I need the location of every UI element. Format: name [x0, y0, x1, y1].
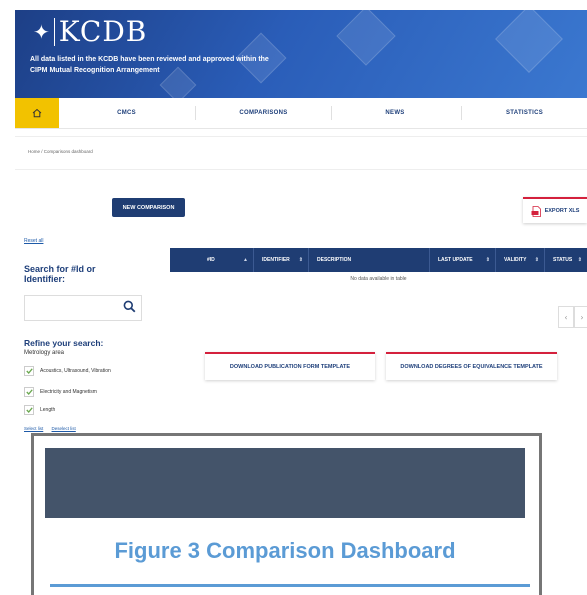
decorative-diamond [336, 10, 396, 66]
download-degrees-template-button[interactable]: DOWNLOAD DEGREES OF EQUIVALENCE TEMPLATE [386, 352, 557, 380]
metrology-area-label: Metrology area [24, 350, 65, 356]
export-xls-label: EXPORT XLS [544, 208, 580, 214]
nav-item-comparisons[interactable]: COMPARISONS [196, 98, 331, 128]
pagination-prev-button[interactable]: ‹ [558, 306, 574, 328]
column-header-validity[interactable]: VALIDITY ⇕ [496, 248, 544, 272]
caption-underline [50, 584, 530, 587]
search-icon[interactable] [123, 300, 136, 313]
download-publication-template-button[interactable]: DOWNLOAD PUBLICATION FORM TEMPLATE [205, 352, 375, 380]
nav-item-cmcs[interactable]: CMCS [59, 98, 194, 128]
column-header-description[interactable]: DESCRIPTION [309, 248, 429, 272]
checkmark-icon [25, 389, 33, 395]
select-list-link[interactable]: Select list [24, 426, 43, 431]
header-banner: ✦ KCDB All data listed in the KCDB have … [15, 10, 587, 98]
logo-mark-icon: ✦ [33, 19, 50, 44]
column-label: IDENTIFIER [262, 257, 290, 263]
breadcrumb-bar [15, 136, 587, 170]
main-nav: CMCS COMPARISONS NEWS STATISTICS [15, 98, 587, 129]
tagline-line-2: CIPM Mutual Recognition Arrangement [30, 67, 160, 74]
tagline-line-1: All data listed in the KCDB have been re… [30, 56, 269, 63]
area-filter-checkbox[interactable]: Length [24, 404, 55, 416]
checkbox[interactable] [24, 405, 34, 415]
search-input[interactable] [24, 295, 142, 321]
new-comparison-button[interactable]: NEW COMPARISON [112, 198, 185, 217]
area-label: Acoustics, Ultrasound, Vibration [40, 368, 111, 374]
xls-file-icon [531, 205, 541, 217]
home-button[interactable] [15, 98, 59, 128]
area-label: Electricity and Magnetism [40, 389, 97, 395]
kcdb-logo[interactable]: ✦ KCDB [33, 15, 147, 48]
column-header-id[interactable]: #ID ▲ [199, 248, 253, 272]
nav-item-statistics[interactable]: STATISTICS [462, 98, 587, 128]
checkbox[interactable] [24, 387, 34, 397]
search-title: Search for #Id or Identifier: [24, 264, 96, 284]
sort-asc-icon: ▲ [243, 257, 248, 263]
comparisons-table-header: #ID ▲ IDENTIFIER ⇕ DESCRIPTION LAST UPDA… [170, 248, 587, 272]
pagination-next-button[interactable]: › [574, 306, 587, 328]
column-label: STATUS [553, 257, 573, 263]
column-header-identifier[interactable]: IDENTIFIER ⇕ [254, 248, 308, 272]
sort-icon: ⇕ [534, 257, 539, 263]
export-xls-button[interactable]: EXPORT XLS [523, 197, 587, 223]
area-filter-checkbox[interactable]: Acoustics, Ultrasound, Vibration [24, 365, 111, 377]
checkbox[interactable] [24, 366, 34, 376]
column-label: DESCRIPTION [317, 257, 352, 263]
reset-all-link[interactable]: Reset all [24, 238, 43, 244]
deselect-list-link[interactable]: Deselect list [52, 426, 76, 431]
sort-icon: ⇕ [298, 257, 303, 263]
checkmark-icon [25, 407, 33, 413]
logo-text: KCDB [58, 15, 148, 48]
column-header-status[interactable]: STATUS ⇕ [545, 248, 587, 272]
home-icon [32, 108, 42, 118]
column-header-last-update[interactable]: LAST UPDATE ⇕ [430, 248, 495, 272]
list-links: Select list Deselect list [24, 426, 83, 431]
sort-icon: ⇕ [485, 257, 490, 263]
decorative-diamond [495, 10, 563, 73]
chevron-right-icon: › [580, 312, 584, 322]
column-label: #ID [207, 257, 215, 263]
nav-item-news[interactable]: NEWS [332, 98, 458, 128]
chevron-left-icon: ‹ [564, 312, 568, 322]
table-empty-message: No data available in table [350, 276, 407, 282]
breadcrumb[interactable]: Home / Comparisons dashboard [28, 149, 93, 154]
sort-icon: ⇕ [577, 257, 582, 263]
refine-title: Refine your search: [24, 338, 104, 348]
column-label: VALIDITY [504, 257, 527, 263]
logo-separator [53, 17, 55, 46]
area-label: Length [40, 407, 56, 413]
column-label: LAST UPDATE [438, 257, 473, 263]
checkmark-icon [25, 368, 33, 374]
figure-image-placeholder [45, 448, 525, 518]
figure-caption: Figure 3 Comparison Dashboard [114, 538, 456, 563]
decorative-diamond [159, 66, 197, 98]
area-filter-checkbox[interactable]: Electricity and Magnetism [24, 386, 97, 398]
